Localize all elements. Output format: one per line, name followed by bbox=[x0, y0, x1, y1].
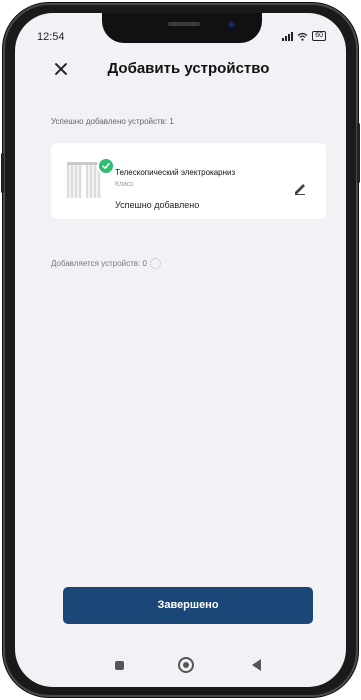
device-name: Телескопический электрокарниз bbox=[115, 168, 236, 177]
signal-icon bbox=[282, 31, 294, 41]
header: Добавить устройство bbox=[15, 58, 346, 82]
adding-count: Добавляется устройств: 0 bbox=[51, 258, 161, 269]
volume-button bbox=[1, 153, 4, 193]
device-status: Успешно добавлено bbox=[115, 200, 200, 210]
status-icons: 60 bbox=[282, 31, 326, 41]
nav-back-icon[interactable] bbox=[252, 659, 261, 671]
front-camera bbox=[227, 20, 236, 29]
device-class: Класс bbox=[115, 181, 135, 188]
system-nav-bar bbox=[15, 645, 346, 687]
wifi-icon bbox=[297, 32, 308, 41]
page-title: Добавить устройство bbox=[107, 60, 270, 77]
power-button bbox=[357, 123, 360, 183]
device-card[interactable]: Телескопический электрокарниз Класс Успе… bbox=[51, 143, 326, 219]
done-button[interactable]: Завершено bbox=[63, 587, 313, 624]
notch bbox=[102, 13, 262, 43]
adding-count-label: Добавляется устройств: 0 bbox=[51, 259, 147, 268]
check-icon bbox=[97, 157, 115, 175]
nav-recent-icon[interactable] bbox=[115, 661, 124, 670]
nav-home-icon[interactable] bbox=[178, 657, 194, 673]
status-time: 12:54 bbox=[37, 31, 65, 43]
edit-pencil-icon[interactable] bbox=[293, 181, 307, 195]
curtain-icon bbox=[67, 162, 101, 200]
success-count-label: Успешно добавлено устройств: 1 bbox=[51, 117, 174, 126]
earpiece-speaker bbox=[168, 22, 200, 26]
loading-spinner-icon bbox=[149, 258, 161, 269]
phone-screen: 12:54 60 Добавить устройство Успешно доб… bbox=[15, 13, 346, 687]
battery-icon: 60 bbox=[312, 31, 326, 41]
